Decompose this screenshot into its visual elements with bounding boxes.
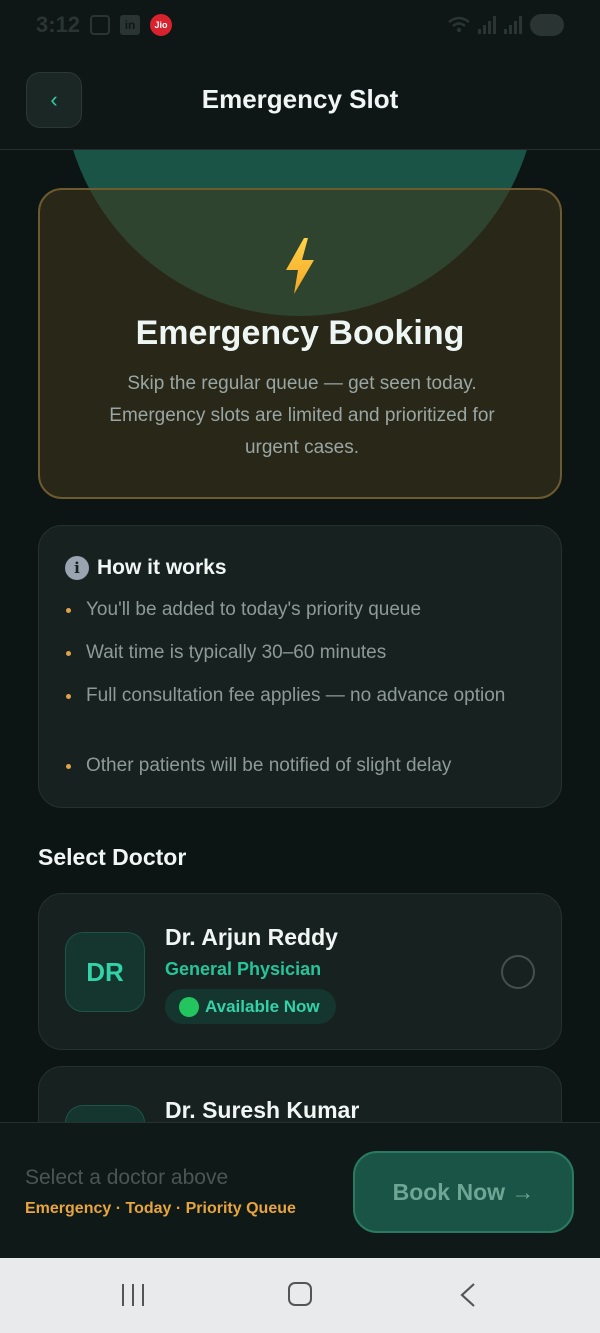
emergency-booking-card: Emergency Booking Skip the regular queue…	[38, 188, 562, 499]
selection-hint: Select a doctor above	[25, 1166, 229, 1189]
avatar: DR	[65, 932, 145, 1012]
doctor-specialty: General Physician	[165, 959, 322, 979]
status-badge: Available Now	[165, 989, 336, 1024]
back-nav-icon[interactable]	[458, 1282, 478, 1308]
status-badge-label: Available Now	[205, 996, 320, 1016]
bottom-action-bar: Select a doctor above Emergency · Today …	[0, 1122, 600, 1258]
how-it-works-title: How it works	[97, 556, 227, 579]
doctor-name: Dr. Arjun Reddy	[165, 924, 338, 950]
doctor-select-radio[interactable]	[501, 955, 535, 989]
status-left: 3:12 in Jio	[36, 12, 173, 38]
wifi-icon	[448, 16, 470, 33]
home-icon[interactable]	[288, 1282, 312, 1306]
page-title: Emergency Slot	[201, 84, 399, 114]
status-time: 3:12	[36, 12, 81, 37]
screenshot-icon	[90, 15, 111, 35]
lightning-bolt-icon	[286, 238, 314, 294]
signal-icon	[478, 16, 496, 34]
list-item: Full consultation fee applies — no advan…	[65, 682, 505, 710]
battery-icon	[530, 14, 564, 36]
info-icon: i	[65, 556, 89, 580]
linkedin-icon: in	[120, 15, 141, 35]
emergency-description: Skip the regular queue — get seen today.…	[109, 373, 495, 458]
doctor-name: Dr. Suresh Kumar	[165, 1097, 360, 1123]
status-bar: 3:12 in Jio	[0, 0, 600, 50]
app-header: ‹ Emergency Slot	[0, 50, 600, 150]
booking-meta: Emergency · Today · Priority Queue	[25, 1200, 296, 1217]
system-navigation-bar	[0, 1258, 600, 1333]
emergency-title: Emergency Booking	[135, 314, 465, 352]
recents-icon[interactable]	[120, 1284, 146, 1306]
select-doctor-title: Select Doctor	[38, 844, 187, 870]
list-item: Other patients will be notified of sligh…	[65, 752, 451, 780]
book-now-button[interactable]: Book Now →	[353, 1151, 574, 1233]
list-item: You'll be added to today's priority queu…	[65, 596, 421, 624]
status-right	[448, 14, 564, 36]
doctor-card[interactable]: DR Dr. Arjun Reddy General Physician Ava…	[38, 893, 562, 1050]
signal-icon	[504, 16, 522, 34]
jio-icon: Jio	[150, 14, 173, 36]
how-it-works-card: i How it works You'll be added to today'…	[38, 525, 562, 808]
list-item: Wait time is typically 30–60 minutes	[65, 639, 386, 667]
green-dot-icon	[179, 996, 199, 1017]
